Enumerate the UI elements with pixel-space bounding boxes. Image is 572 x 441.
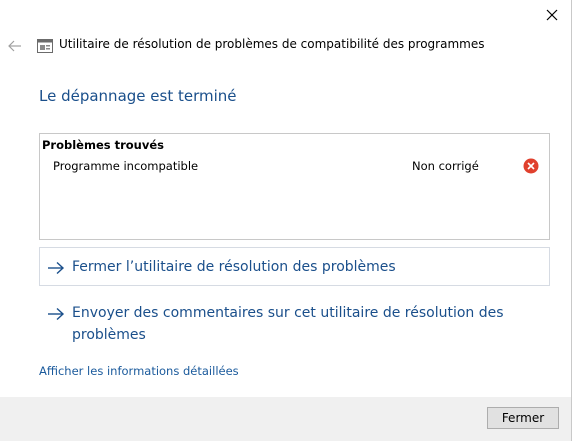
back-button[interactable] — [7, 38, 23, 52]
problem-row: Programme incompatible Non corrigé — [40, 158, 549, 178]
close-icon — [546, 9, 558, 21]
problem-status: Non corrigé — [412, 159, 479, 173]
troubleshooter-window: Utilitaire de résolution de problèmes de… — [0, 0, 572, 441]
footer-bar: Fermer — [0, 397, 571, 441]
close-troubleshooter-option[interactable]: Fermer l’utilitaire de résolution des pr… — [39, 247, 550, 286]
arrow-right-icon — [48, 307, 65, 321]
close-window-button[interactable] — [543, 6, 561, 24]
close-button[interactable]: Fermer — [487, 407, 559, 429]
view-details-link[interactable]: Afficher les informations détaillées — [39, 364, 239, 378]
problems-found-panel: Problèmes trouvés Programme incompatible… — [39, 133, 550, 240]
page-heading: Le dépannage est terminé — [39, 87, 237, 105]
send-feedback-option[interactable]: Envoyer des commentaires sur cet utilita… — [39, 297, 550, 349]
problems-found-title: Problèmes trouvés — [42, 138, 165, 152]
back-arrow-icon — [8, 40, 21, 52]
troubleshooter-app-icon — [37, 38, 53, 53]
arrow-right-icon — [48, 261, 65, 275]
close-troubleshooter-label: Fermer l’utilitaire de résolution des pr… — [72, 259, 396, 275]
send-feedback-label: Envoyer des commentaires sur cet utilita… — [72, 305, 504, 343]
problem-name: Programme incompatible — [53, 159, 199, 173]
window-title: Utilitaire de résolution de problèmes de… — [59, 37, 485, 51]
error-icon — [523, 158, 539, 174]
